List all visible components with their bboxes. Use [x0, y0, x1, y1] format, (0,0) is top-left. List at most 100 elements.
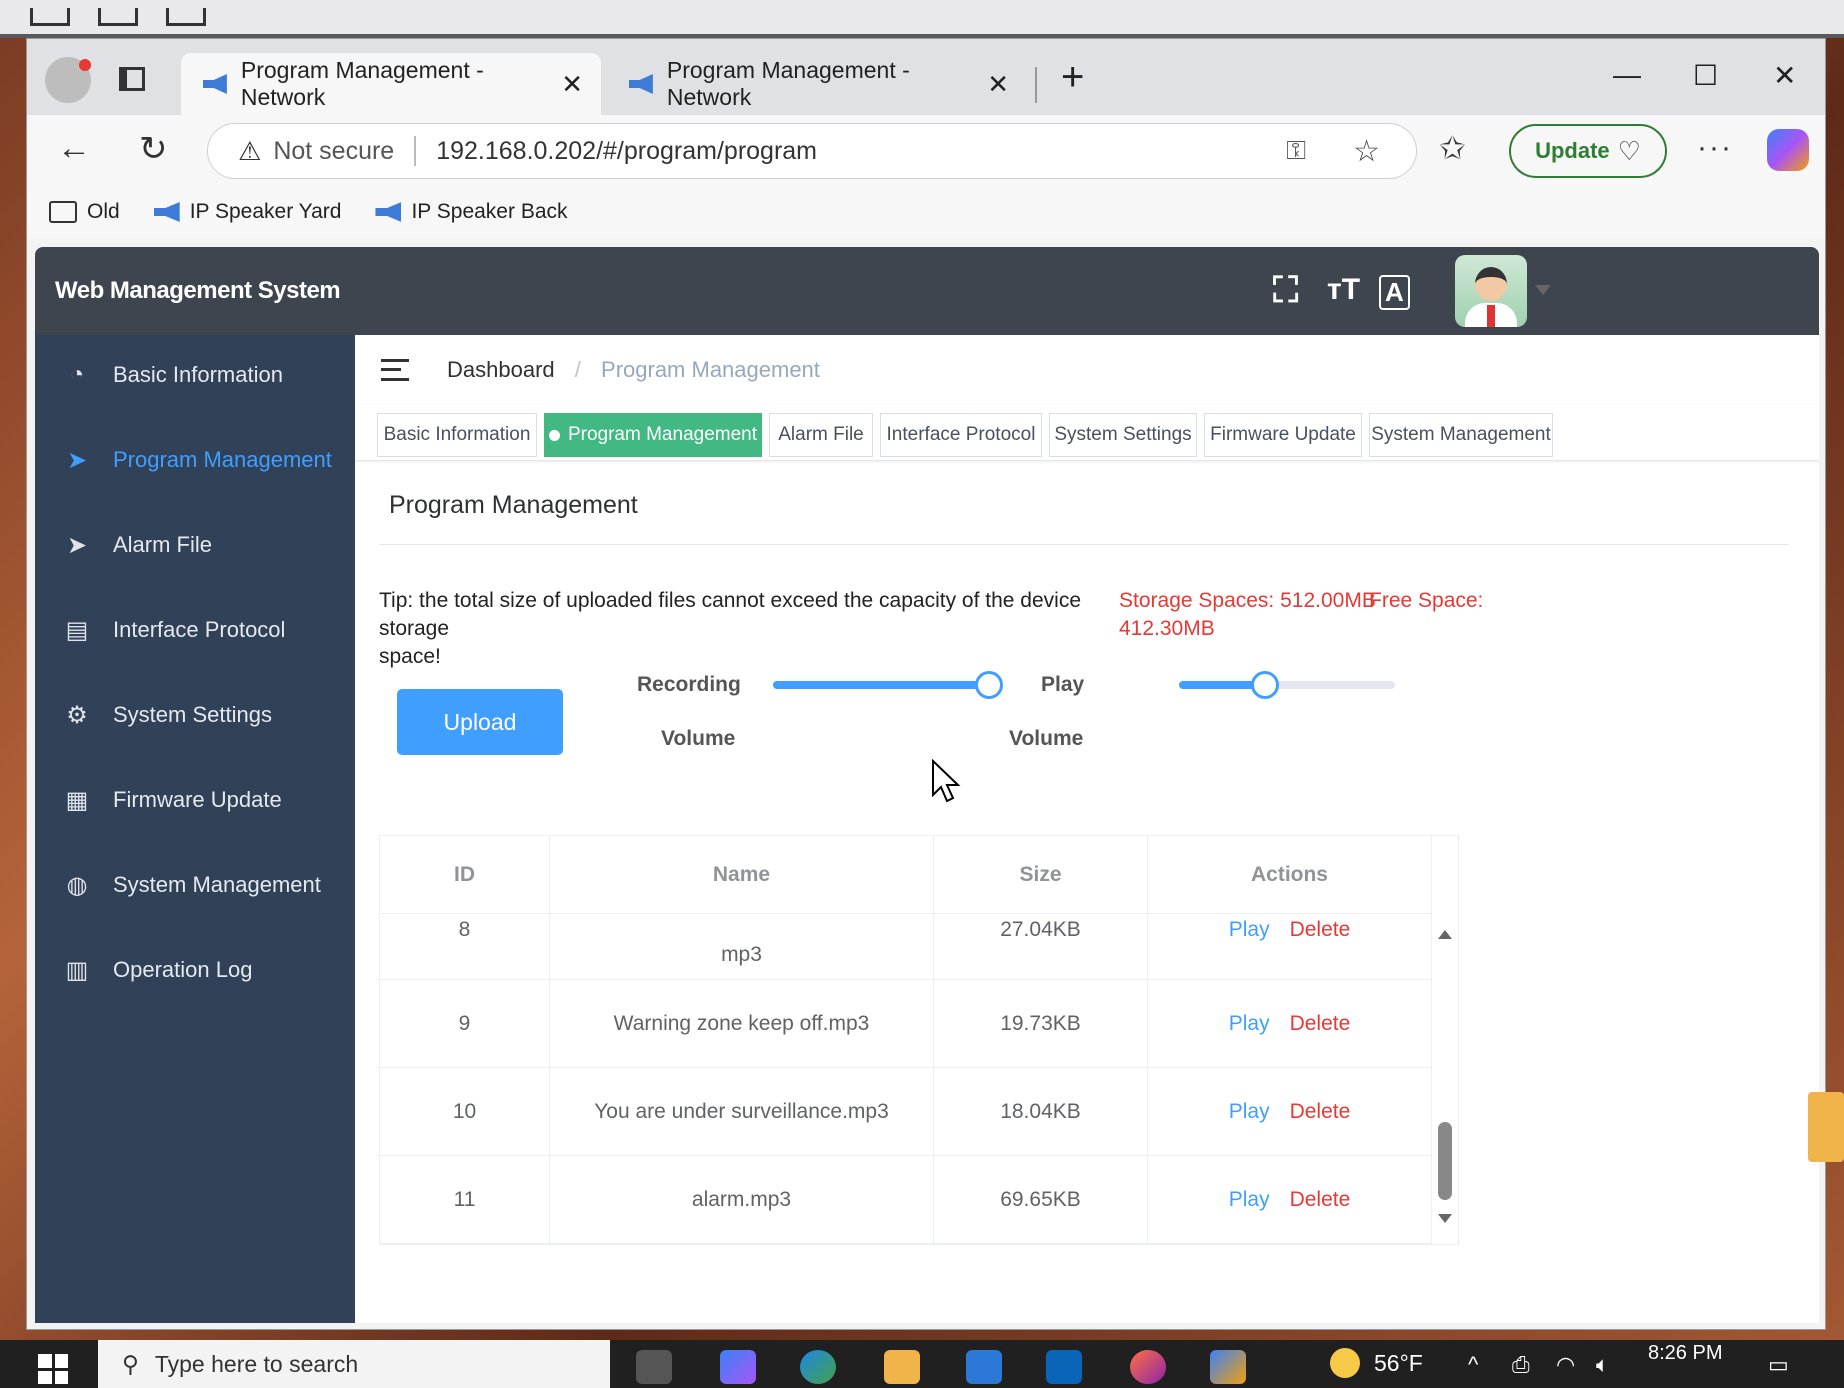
more-icon[interactable]: ··· — [1697, 131, 1733, 165]
table-scrollbar[interactable] — [1432, 914, 1458, 1244]
task-view-icon[interactable] — [636, 1350, 672, 1384]
tab-actions-icon[interactable] — [119, 67, 145, 91]
sidebar-item-firmware-update[interactable]: ▦ Firmware Update — [35, 770, 355, 830]
scroll-down-icon[interactable] — [1438, 1214, 1452, 1223]
font-size-icon[interactable]: ᴛT — [1327, 273, 1360, 307]
weather-widget[interactable]: 56°F — [1330, 1348, 1423, 1378]
window-snap-icon[interactable] — [30, 8, 70, 26]
bookmark-ip-speaker-yard[interactable]: IP Speaker Yard — [153, 200, 341, 224]
weather-temp: 56°F — [1374, 1349, 1423, 1376]
speaker-favicon-icon — [203, 74, 227, 94]
tag-program-management[interactable]: Program Management — [544, 413, 762, 457]
minimize-icon[interactable]: — — [1613, 59, 1641, 91]
sidebar-item-operation-log[interactable]: ▥ Operation Log — [35, 940, 355, 1000]
delete-button[interactable]: Delete — [1290, 1188, 1351, 1212]
browser-tab-active[interactable]: Program Management - Network ✕ — [181, 53, 601, 115]
meet-now-icon[interactable]: ⎙ — [1512, 1352, 1530, 1378]
sidebar: ◔ Basic Information ➤ Program Management… — [35, 335, 355, 1323]
copilot-app-icon[interactable] — [1210, 1350, 1246, 1384]
tab-close-icon[interactable]: ✕ — [561, 69, 583, 100]
window-restore-icon[interactable] — [166, 8, 206, 26]
tag-system-settings[interactable]: System Settings — [1049, 413, 1197, 457]
taskbar-search[interactable]: ⚲ Type here to search — [98, 1340, 610, 1388]
play-button[interactable]: Play — [1229, 1100, 1270, 1124]
cell-actions: Play Delete — [1148, 1068, 1432, 1155]
maximize-icon[interactable]: ☐ — [1693, 59, 1718, 92]
tab-close-icon[interactable]: ✕ — [987, 69, 1009, 100]
tag-basic-information[interactable]: Basic Information — [377, 413, 537, 457]
scroll-up-icon[interactable] — [1438, 930, 1452, 939]
store-icon[interactable] — [966, 1350, 1002, 1384]
delete-button[interactable]: Delete — [1290, 1100, 1351, 1124]
sidebar-item-system-settings[interactable]: ⚙ System Settings — [35, 685, 355, 745]
address-bar[interactable]: ⚠ Not secure 192.168.0.202/#/program/pro… — [207, 123, 1417, 179]
tag-label: Interface Protocol — [886, 424, 1036, 445]
reload-icon[interactable]: ↻ — [139, 129, 168, 169]
sidebar-item-interface-protocol[interactable]: ▤ Interface Protocol — [35, 600, 355, 660]
file-explorer-icon[interactable] — [884, 1350, 920, 1384]
cell-size: 69.65KB — [934, 1156, 1148, 1243]
close-window-icon[interactable]: ✕ — [1773, 59, 1796, 92]
edge-icon[interactable] — [800, 1350, 836, 1384]
key-icon[interactable]: ⚿ — [1286, 135, 1306, 167]
chevron-down-icon[interactable] — [1535, 285, 1551, 295]
tag-label: Basic Information — [383, 424, 531, 445]
tip-line-2: space! — [379, 645, 441, 668]
hamburger-icon[interactable] — [381, 359, 409, 381]
mouse-cursor-icon — [932, 759, 961, 803]
sidebar-item-alarm-file[interactable]: ➤ Alarm File — [35, 515, 355, 575]
play-button[interactable]: Play — [1229, 1188, 1270, 1212]
outlook-icon[interactable] — [1046, 1350, 1082, 1384]
new-tab-icon[interactable]: + — [1061, 55, 1084, 100]
bookmark-old[interactable]: Old — [49, 200, 120, 224]
tag-firmware-update[interactable]: Firmware Update — [1204, 413, 1362, 457]
recording-volume-slider[interactable] — [773, 671, 1003, 699]
security-label[interactable]: Not secure — [273, 137, 394, 166]
browser-tab[interactable]: Program Management - Network ✕ — [607, 53, 1027, 115]
wifi-icon[interactable]: ◠ — [1556, 1352, 1575, 1378]
cell-actions: Play Delete — [1148, 1156, 1432, 1243]
tab-title: Program Management - Network — [240, 57, 484, 110]
main-content: Dashboard / Program Management Basic Inf… — [355, 335, 1819, 1323]
document-icon: ▤ — [65, 616, 89, 644]
copilot-icon[interactable] — [1767, 129, 1809, 171]
tag-alarm-file[interactable]: Alarm File — [769, 413, 873, 457]
play-button[interactable]: Play — [1229, 1012, 1270, 1036]
play-volume-slider[interactable] — [1179, 671, 1395, 699]
copilot-taskbar-icon[interactable] — [720, 1350, 756, 1384]
breadcrumb-dashboard[interactable]: Dashboard — [447, 357, 555, 382]
firefox-icon[interactable] — [1130, 1350, 1166, 1384]
notifications-icon[interactable]: ▭ — [1768, 1352, 1789, 1378]
window-copy-icon[interactable] — [98, 8, 138, 26]
windows-start-icon[interactable] — [38, 1354, 68, 1384]
sidebar-item-system-management[interactable]: ◍ System Management — [35, 855, 355, 915]
favorites-icon[interactable]: ✩ — [1439, 129, 1466, 167]
chevron-up-icon[interactable]: ^ — [1468, 1352, 1478, 1378]
slider-handle[interactable] — [975, 671, 1003, 699]
upload-button[interactable]: Upload — [397, 689, 563, 755]
tag-system-management[interactable]: System Management — [1369, 413, 1553, 457]
taskbar-clock[interactable]: 8:26 PM — [1648, 1342, 1722, 1364]
profile-icon[interactable] — [45, 57, 91, 103]
search-placeholder: Type here to search — [154, 1350, 359, 1377]
volume-icon[interactable]: 🔈︎ — [1596, 1352, 1609, 1378]
table-header: ID Name Size Actions — [380, 836, 1432, 914]
speaker-icon — [153, 202, 180, 222]
favorite-star-icon[interactable]: ☆ — [1353, 134, 1380, 169]
delete-button[interactable]: Delete — [1290, 918, 1351, 942]
back-icon[interactable]: ← — [57, 129, 91, 168]
fullscreen-icon[interactable]: ⛶ — [1273, 269, 1298, 312]
bookmark-ip-speaker-back[interactable]: IP Speaker Back — [375, 200, 568, 224]
translate-icon[interactable]: A — [1379, 275, 1410, 310]
delete-button[interactable]: Delete — [1290, 1012, 1351, 1036]
scrollbar-thumb[interactable] — [1438, 1122, 1452, 1200]
url-text[interactable]: 192.168.0.202/#/program/program — [436, 137, 817, 166]
update-button[interactable]: Update ♡ — [1509, 124, 1667, 178]
slider-handle[interactable] — [1251, 671, 1280, 699]
avatar[interactable] — [1455, 255, 1527, 327]
play-button[interactable]: Play — [1229, 918, 1270, 942]
sidebar-item-basic-information[interactable]: ◔ Basic Information — [35, 345, 355, 405]
tag-interface-protocol[interactable]: Interface Protocol — [880, 413, 1042, 457]
desktop-widget-icon[interactable] — [1808, 1092, 1844, 1162]
sidebar-item-program-management[interactable]: ➤ Program Management — [35, 430, 355, 490]
